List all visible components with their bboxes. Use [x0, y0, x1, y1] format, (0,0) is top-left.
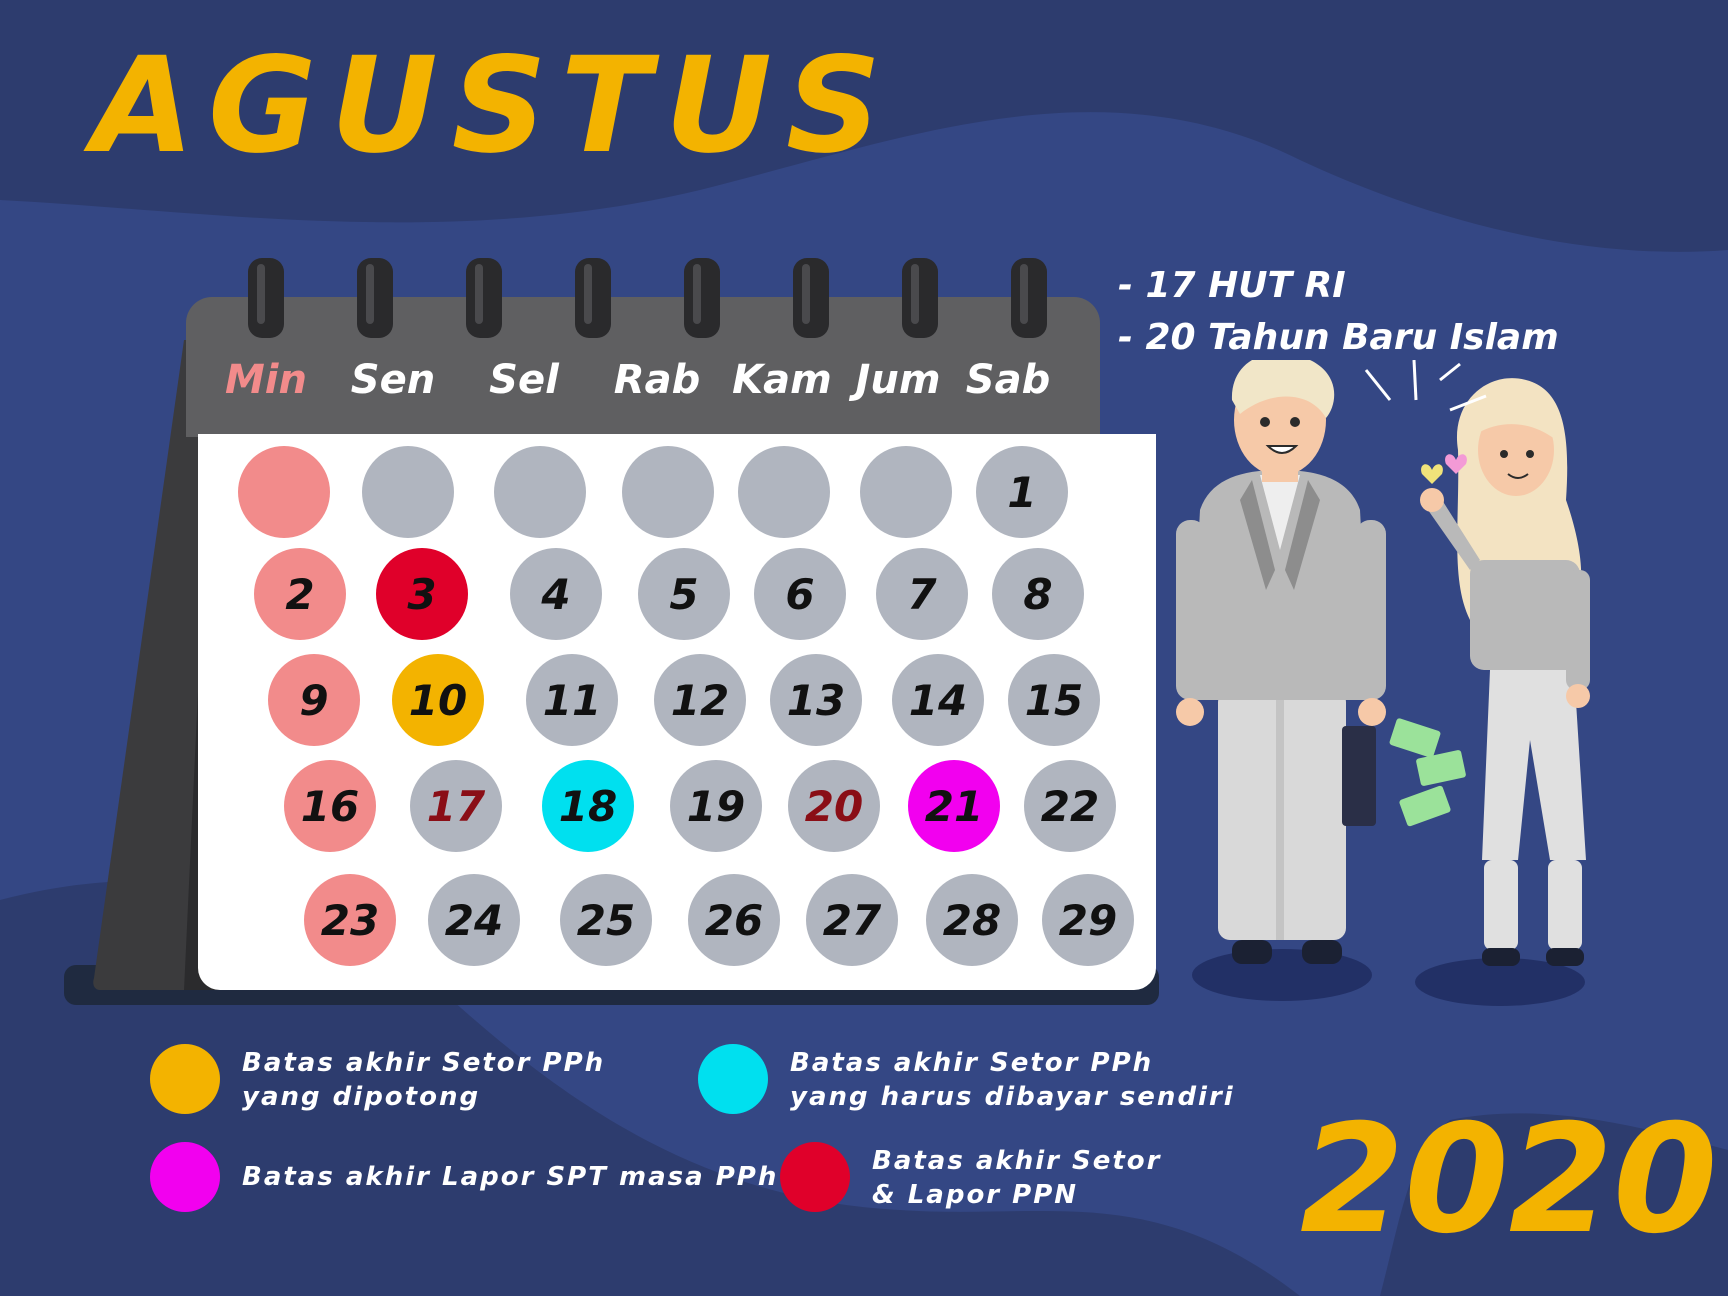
- legend-line: yang dipotong: [242, 1082, 481, 1112]
- weekday-label: Rab: [613, 357, 701, 403]
- day-cell-empty: [362, 446, 454, 538]
- legend-label: Batas akhir Setor PPh yang harus dibayar…: [790, 1046, 1235, 1114]
- day-cell-empty: [738, 446, 830, 538]
- binder-ring: [357, 258, 393, 338]
- legend-dot-red: [780, 1142, 850, 1212]
- holiday-item: - 20 Tahun Baru Islam: [1118, 317, 1559, 358]
- binder-ring: [575, 258, 611, 338]
- binder-ring: [248, 258, 284, 338]
- day-cell[interactable]: 12: [654, 654, 746, 746]
- binder-ring: [793, 258, 829, 338]
- day-cell[interactable]: 28: [926, 874, 1018, 966]
- weekday-label: Jum: [855, 357, 941, 403]
- day-cell[interactable]: 25: [560, 874, 652, 966]
- binder-ring: [902, 258, 938, 338]
- legend-label: Batas akhir Setor PPh yang dipotong: [242, 1046, 605, 1114]
- day-cell[interactable]: 7: [876, 548, 968, 640]
- day-cell[interactable]: 29: [1042, 874, 1134, 966]
- day-cell[interactable]: 15: [1008, 654, 1100, 746]
- legend-line: Batas akhir Setor PPh: [790, 1048, 1154, 1078]
- day-cell[interactable]: 21: [908, 760, 1000, 852]
- day-cell[interactable]: 16: [284, 760, 376, 852]
- day-cell[interactable]: 6: [754, 548, 846, 640]
- legend-line: & Lapor PPN: [872, 1180, 1079, 1210]
- legend-dot-orange: [150, 1044, 220, 1114]
- day-cell[interactable]: 10: [392, 654, 484, 746]
- day-cell[interactable]: 4: [510, 548, 602, 640]
- weekday-label: Sel: [489, 357, 559, 403]
- day-cell[interactable]: 24: [428, 874, 520, 966]
- legend-dot-magenta: [150, 1142, 220, 1212]
- month-title: AGUSTUS: [92, 29, 896, 183]
- weekday-label: Min: [225, 357, 307, 403]
- money-illustration: [1389, 718, 1466, 827]
- legend-label: Batas akhir Setor & Lapor PPN: [872, 1144, 1161, 1212]
- woman-figure: [1420, 378, 1590, 966]
- day-cell-empty: [860, 446, 952, 538]
- legend-line: Batas akhir Setor PPh: [242, 1048, 606, 1078]
- sparkle-lines: [1364, 360, 1487, 412]
- day-cell[interactable]: 3: [376, 548, 468, 640]
- binder-ring: [684, 258, 720, 338]
- day-cell[interactable]: 26: [688, 874, 780, 966]
- weekday-label: Kam: [732, 357, 832, 403]
- day-cell[interactable]: 11: [526, 654, 618, 746]
- holiday-item: - 17 HUT RI: [1118, 265, 1346, 306]
- weekday-label: Sab: [965, 357, 1051, 403]
- day-cell[interactable]: 9: [268, 654, 360, 746]
- day-cell-empty: [238, 446, 330, 538]
- day-cell-empty: [494, 446, 586, 538]
- day-cell-holiday[interactable]: 17: [410, 760, 502, 852]
- holiday-list: - 17 HUT RI - 20 Tahun Baru Islam: [1118, 260, 1559, 364]
- day-cell-empty: [622, 446, 714, 538]
- day-cell[interactable]: 8: [992, 548, 1084, 640]
- day-cell[interactable]: 19: [670, 760, 762, 852]
- day-cell[interactable]: 13: [770, 654, 862, 746]
- day-cell[interactable]: 2: [254, 548, 346, 640]
- people-illustration: [1176, 360, 1590, 1006]
- legend-line: yang harus dibayar sendiri: [790, 1082, 1235, 1112]
- day-cell[interactable]: 18: [542, 760, 634, 852]
- day-cell[interactable]: 5: [638, 548, 730, 640]
- day-cell[interactable]: 22: [1024, 760, 1116, 852]
- legend-dot-cyan: [698, 1044, 768, 1114]
- legend-label: Batas akhir Lapor SPT masa PPh: [242, 1160, 778, 1194]
- day-cell[interactable]: 23: [304, 874, 396, 966]
- day-cell[interactable]: 1: [976, 446, 1068, 538]
- year-label: 2020: [1300, 1093, 1718, 1267]
- day-cell-holiday[interactable]: 20: [788, 760, 880, 852]
- legend-line: Batas akhir Lapor SPT masa PPh: [242, 1162, 779, 1192]
- binder-ring: [1011, 258, 1047, 338]
- binder-ring: [466, 258, 502, 338]
- day-cell[interactable]: 27: [806, 874, 898, 966]
- day-cell[interactable]: 14: [892, 654, 984, 746]
- legend-line: Batas akhir Setor: [872, 1146, 1162, 1176]
- weekday-label: Sen: [350, 357, 436, 403]
- man-figure: [1176, 360, 1386, 964]
